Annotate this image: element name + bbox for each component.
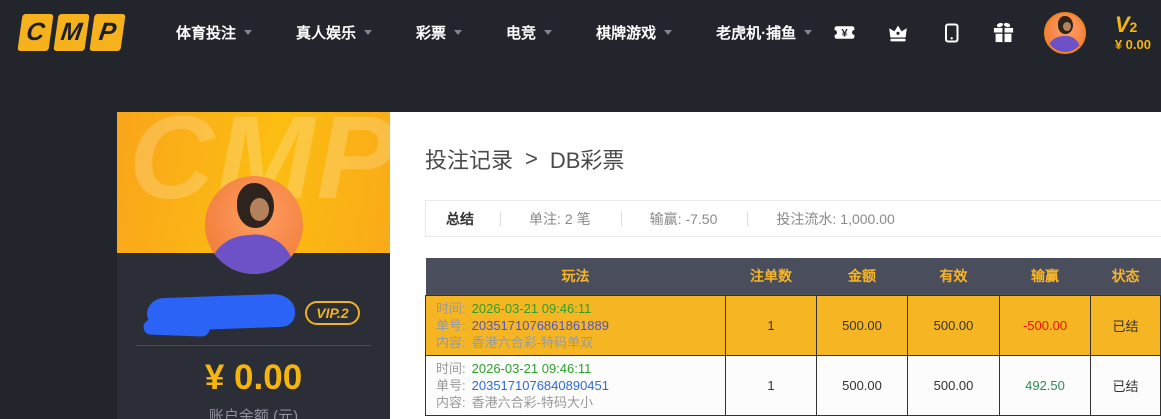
crown-icon[interactable] [885,20,911,46]
user-level-balance[interactable]: V2 ¥ 0.00 [1115,13,1151,52]
nav-item-slots-fishing[interactable]: 老虎机·捕鱼 [716,22,812,43]
chevron-down-icon [804,30,812,35]
chevron-down-icon [664,30,672,35]
row-content: 内容:香港六合彩-特码大小 [436,394,715,411]
avatar-torso [205,230,296,274]
nav-label: 彩票 [416,22,446,43]
profile-avatar[interactable] [205,176,303,274]
nav-label: 电竞 [506,22,536,43]
win-loss-cell: -500.00 [1000,295,1091,355]
bet-records-table: 玩法 注单数 金额 有效 输赢 状态 时间:2026-03-21 09:46:1… [425,258,1161,416]
logo-letter: P [97,14,119,51]
logo-letter: C [24,14,47,51]
chevron-down-icon [364,30,372,35]
play-cell: 时间:2026-03-21 09:46:11 单号:20351710768408… [426,355,726,415]
nav-label: 真人娱乐 [296,22,356,43]
breadcrumb-parent[interactable]: 投注记录 [425,143,513,175]
amount-cell: 500.00 [817,295,908,355]
summary-turnover: 投注流水:1,000.00 [748,209,924,229]
vip-level: V2 [1115,13,1151,37]
chevron-down-icon [454,30,462,35]
table-header-row: 玩法 注单数 金额 有效 输赢 状态 [426,258,1161,295]
chevron-down-icon [244,30,252,35]
status-cell: 已结 [1091,355,1161,415]
col-header-win-loss: 输赢 [1000,258,1091,295]
breadcrumb: 投注记录 > DB彩票 [425,143,624,175]
row-order: 单号:2035171076861861889 [436,317,715,334]
main-nav: 体育投注 真人娱乐 彩票 电竞 棋牌游戏 老虎机·捕鱼 [176,22,812,43]
order-number-link[interactable]: 2035171076861861889 [472,318,609,333]
nav-label: 体育投注 [176,22,236,43]
mobile-icon[interactable] [938,20,964,46]
avatar-face [250,198,270,222]
nav-item-live-casino[interactable]: 真人娱乐 [296,22,372,43]
brand-logo[interactable]: C M P [20,14,128,51]
row-time: 时间:2026-03-21 09:46:11 [436,360,715,377]
nav-label: 棋牌游戏 [596,22,656,43]
nav-item-board-games[interactable]: 棋牌游戏 [596,22,672,43]
nav-item-lottery[interactable]: 彩票 [416,22,462,43]
header-actions: ¥ [832,0,1161,65]
col-header-amount: 金额 [817,258,908,295]
profile-sidebar: CMP VIP.2 ¥ 0.00 账户余额 (元) [117,112,390,419]
summary-bar: 总结 单注:2 笔 输赢:-7.50 投注流水:1,000.00 [425,200,1161,237]
avatar-torso [1046,35,1081,54]
username-row: VIP.2 [117,296,390,329]
logo-letter-box: M [53,14,89,51]
col-header-bet-count: 注单数 [726,258,817,295]
nav-item-sports[interactable]: 体育投注 [176,22,252,43]
row-time: 时间:2026-03-21 09:46:11 [436,300,715,317]
logo-letter: M [58,14,84,51]
divider [136,345,371,346]
account-balance-label: 账户余额 (元) [117,405,390,419]
valid-cell: 500.00 [908,295,1000,355]
svg-text:¥: ¥ [842,28,849,40]
status-cell: 已结 [1091,295,1161,355]
summary-bet-count: 单注:2 笔 [501,209,621,229]
bet-count-cell: 1 [726,295,817,355]
table-row[interactable]: 时间:2026-03-21 09:46:11 单号:20351710768408… [426,355,1161,415]
header-balance: ¥ 0.00 [1115,38,1151,52]
nav-item-esports[interactable]: 电竞 [506,22,552,43]
chevron-down-icon [544,30,552,35]
summary-win-loss: 输赢:-7.50 [622,209,748,229]
play-cell: 时间:2026-03-21 09:46:11 单号:20351710768618… [426,295,726,355]
ticket-icon[interactable]: ¥ [832,20,858,46]
nav-label: 老虎机·捕鱼 [716,22,796,43]
col-header-valid: 有效 [908,258,1000,295]
logo-letter-box: C [17,14,53,51]
avatar-face [1063,22,1071,31]
col-header-status: 状态 [1091,258,1161,295]
table-row[interactable]: 时间:2026-03-21 09:46:11 单号:20351710768618… [426,295,1161,355]
avatar[interactable] [1044,12,1086,54]
col-header-play: 玩法 [426,258,726,295]
top-header: C M P 体育投注 真人娱乐 彩票 电竞 棋牌游戏 老虎机·捕鱼 ¥ [0,0,1161,65]
breadcrumb-separator: > [525,146,538,172]
valid-cell: 500.00 [908,355,1000,415]
row-content: 内容:香港六合彩-特码单双 [436,334,715,351]
username-redacted [147,293,296,331]
summary-title: 总结 [426,209,500,229]
main-content: 投注记录 > DB彩票 总结 单注:2 笔 输赢:-7.50 投注流水:1,00… [390,112,1161,419]
account-balance: ¥ 0.00 [117,358,390,398]
gift-icon[interactable] [991,20,1017,46]
order-number-link[interactable]: 2035171076840890451 [472,378,609,393]
logo-letter-box: P [89,14,125,51]
win-loss-cell: 492.50 [1000,355,1091,415]
amount-cell: 500.00 [817,355,908,415]
bet-count-cell: 1 [726,355,817,415]
vip-badge: VIP.2 [305,301,359,325]
row-order: 单号:2035171076840890451 [436,377,715,394]
breadcrumb-current: DB彩票 [550,143,625,175]
